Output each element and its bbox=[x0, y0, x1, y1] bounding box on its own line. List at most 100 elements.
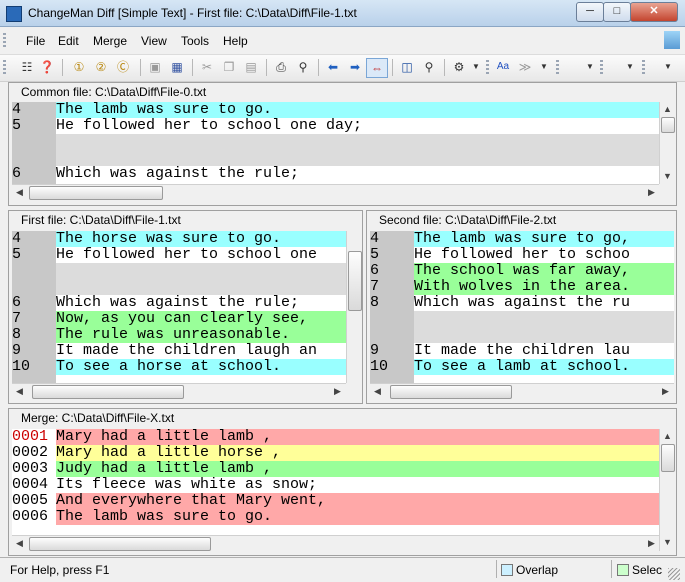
text-line[interactable]: He followed her to schoo bbox=[414, 247, 674, 263]
print-preview-icon[interactable]: ⚲ bbox=[294, 58, 312, 76]
scroll-down-icon[interactable]: ▼ bbox=[660, 169, 675, 184]
resize-grip-icon[interactable] bbox=[668, 568, 680, 580]
text-line[interactable]: Which was against the rule; bbox=[56, 166, 659, 182]
scroll-thumb[interactable] bbox=[661, 117, 675, 133]
text-line[interactable]: It made the children lau bbox=[414, 343, 674, 359]
text-line[interactable] bbox=[56, 263, 346, 279]
menu-view[interactable]: View bbox=[141, 34, 167, 48]
text-line[interactable]: Mary had a little lamb , bbox=[56, 429, 659, 445]
scroll-left-icon[interactable]: ◀ bbox=[12, 384, 27, 399]
text-line[interactable]: The school was far away, bbox=[414, 263, 674, 279]
text-line[interactable]: The lamb was sure to go, bbox=[414, 231, 674, 247]
scroll-thumb[interactable] bbox=[29, 537, 211, 551]
menu-help[interactable]: Help bbox=[223, 34, 248, 48]
layout-icon[interactable]: ◫ bbox=[398, 58, 416, 76]
text-line[interactable]: It made the children laugh an bbox=[56, 343, 346, 359]
common-text-area[interactable]: The lamb was sure to go. He followed her … bbox=[56, 102, 659, 184]
word-wrap-icon[interactable]: ≫ bbox=[516, 58, 534, 76]
first-vertical-scrollbar[interactable] bbox=[346, 231, 362, 383]
find-icon[interactable]: ⚲ bbox=[420, 58, 438, 76]
scroll-right-icon[interactable]: ▶ bbox=[658, 384, 673, 399]
menu-edit[interactable]: Edit bbox=[58, 34, 79, 48]
scroll-right-icon[interactable]: ▶ bbox=[644, 536, 659, 551]
toolbar-overflow-icon[interactable]: ▼ bbox=[540, 58, 548, 76]
first-horizontal-scrollbar[interactable]: ◀ ▶ bbox=[12, 383, 346, 400]
properties-icon[interactable]: ⚙ bbox=[450, 58, 468, 76]
toolbar-grip[interactable] bbox=[556, 60, 559, 76]
scroll-left-icon[interactable]: ◀ bbox=[12, 185, 27, 200]
menu-grip[interactable] bbox=[3, 33, 6, 49]
text-line[interactable]: To see a horse at school. bbox=[56, 359, 346, 375]
text-line[interactable]: Its fleece was white as snow; bbox=[56, 477, 659, 493]
scroll-left-icon[interactable]: ◀ bbox=[370, 384, 385, 399]
text-line[interactable]: Now, as you can clearly see, bbox=[56, 311, 346, 327]
paste-icon[interactable]: ▤ bbox=[242, 58, 260, 76]
first-text-area[interactable]: The horse was sure to go. He followed her… bbox=[56, 231, 346, 383]
close-button[interactable]: ✕ bbox=[630, 2, 678, 22]
common-vertical-scrollbar[interactable]: ▲ ▼ bbox=[659, 102, 675, 184]
minimize-button[interactable]: ─ bbox=[576, 2, 604, 22]
toolbar-grip[interactable] bbox=[600, 60, 603, 76]
text-line[interactable]: Mary had a little horse , bbox=[56, 445, 659, 461]
second-text-area[interactable]: The lamb was sure to go, He followed her … bbox=[414, 231, 674, 383]
merge-text-area[interactable]: Mary had a little lamb , Mary had a littl… bbox=[56, 429, 659, 535]
scroll-thumb[interactable] bbox=[390, 385, 512, 399]
text-line[interactable] bbox=[414, 327, 674, 343]
menu-file[interactable]: File bbox=[26, 34, 45, 48]
text-line[interactable] bbox=[414, 311, 674, 327]
toolbar-overflow-icon[interactable]: ▼ bbox=[586, 58, 594, 76]
text-line[interactable] bbox=[56, 150, 659, 166]
scroll-right-icon[interactable]: ▶ bbox=[330, 384, 345, 399]
print-icon[interactable]: ⎙ bbox=[272, 58, 290, 76]
text-line[interactable]: The lamb was sure to go. bbox=[56, 509, 659, 525]
menu-tools[interactable]: Tools bbox=[181, 34, 209, 48]
second-horizontal-scrollbar[interactable]: ◀ ▶ bbox=[370, 383, 674, 400]
text-line[interactable]: And everywhere that Mary went, bbox=[56, 493, 659, 509]
merge-horizontal-scrollbar[interactable]: ◀ ▶ bbox=[12, 535, 659, 552]
scroll-right-icon[interactable]: ▶ bbox=[644, 185, 659, 200]
help-pointer-icon[interactable]: ❓ bbox=[38, 58, 56, 76]
scroll-left-icon[interactable]: ◀ bbox=[12, 536, 27, 551]
text-line[interactable] bbox=[56, 134, 659, 150]
open-file-1-icon[interactable]: ① bbox=[70, 58, 88, 76]
toolbar-grip[interactable] bbox=[642, 60, 645, 76]
save-all-icon[interactable]: ▦ bbox=[168, 58, 186, 76]
merge-vertical-scrollbar[interactable]: ▲ ▼ bbox=[659, 429, 675, 551]
title-bar[interactable]: ChangeMan Diff [Simple Text] - First fil… bbox=[0, 0, 685, 27]
text-line[interactable]: To see a lamb at school. bbox=[414, 359, 674, 375]
save-icon[interactable]: ▣ bbox=[146, 58, 164, 76]
copy-icon[interactable]: ❐ bbox=[220, 58, 238, 76]
text-line[interactable]: The rule was unreasonable. bbox=[56, 327, 346, 343]
menu-overflow-chevron-icon[interactable] bbox=[664, 31, 680, 49]
open-file-2-icon[interactable]: ② bbox=[92, 58, 110, 76]
open-common-file-icon[interactable]: Ⓒ bbox=[114, 58, 132, 76]
common-horizontal-scrollbar[interactable]: ◀ ▶ bbox=[12, 184, 659, 201]
sync-panes-icon[interactable]: ⇔ bbox=[366, 58, 388, 78]
font-icon[interactable]: Aa bbox=[494, 58, 512, 76]
text-line[interactable]: Which was against the rule; bbox=[56, 295, 346, 311]
menu-merge[interactable]: Merge bbox=[93, 34, 127, 48]
toolbar-overflow-icon[interactable]: ▼ bbox=[626, 58, 634, 76]
scroll-thumb[interactable] bbox=[29, 186, 163, 200]
file-new-icon[interactable]: ☷ bbox=[18, 58, 36, 76]
scroll-thumb[interactable] bbox=[661, 444, 675, 472]
scroll-thumb[interactable] bbox=[348, 251, 362, 311]
previous-difference-icon[interactable]: ⬅ bbox=[324, 58, 342, 76]
text-line[interactable]: He followed her to school one bbox=[56, 247, 346, 263]
text-line[interactable]: Judy had a little lamb , bbox=[56, 461, 659, 477]
maximize-button[interactable]: □ bbox=[603, 2, 631, 22]
text-line[interactable]: Which was against the ru bbox=[414, 295, 674, 311]
cut-icon[interactable]: ✂ bbox=[198, 58, 216, 76]
toolbar-overflow-icon[interactable]: ▼ bbox=[472, 58, 480, 76]
scroll-thumb[interactable] bbox=[32, 385, 184, 399]
text-line[interactable]: The horse was sure to go. bbox=[56, 231, 346, 247]
text-line[interactable]: The lamb was sure to go. bbox=[56, 102, 659, 118]
next-difference-icon[interactable]: ➡ bbox=[346, 58, 364, 76]
text-line[interactable]: He followed her to school one day; bbox=[56, 118, 659, 134]
scroll-up-icon[interactable]: ▲ bbox=[660, 429, 675, 444]
toolbar-grip[interactable] bbox=[3, 60, 6, 76]
scroll-down-icon[interactable]: ▼ bbox=[660, 535, 675, 550]
text-line[interactable]: With wolves in the area. bbox=[414, 279, 674, 295]
toolbar-overflow-icon[interactable]: ▼ bbox=[664, 58, 672, 76]
scroll-up-icon[interactable]: ▲ bbox=[660, 102, 675, 117]
